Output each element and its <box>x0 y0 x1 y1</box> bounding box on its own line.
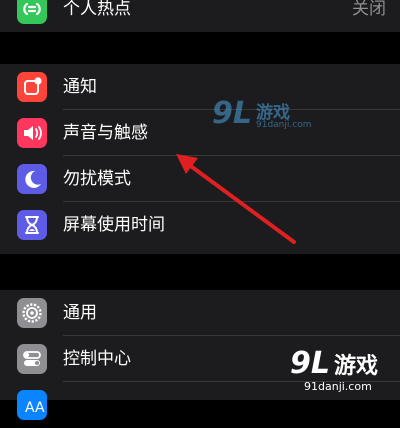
watermark-bottom: 9L 游戏 91danji.com <box>290 342 400 400</box>
personal-hotspot-icon <box>17 0 47 24</box>
settings-row-label: 控制中心 <box>63 349 131 369</box>
settings-row-personal-hotspot[interactable]: 个人热点 关闭 <box>0 0 400 32</box>
settings-row-label: 屏幕使用时间 <box>63 215 165 235</box>
watermark-logo: 9L <box>290 346 330 381</box>
sounds-haptics-icon <box>17 118 47 148</box>
watermark-top: 9L 游戏 91danji.com <box>212 96 322 136</box>
svg-text:AA: AA <box>25 400 45 416</box>
settings-row-label: 勿扰模式 <box>63 169 131 189</box>
settings-row-screen-time[interactable]: 屏幕使用时间 <box>0 202 400 248</box>
settings-row-value: 关闭 <box>352 0 386 19</box>
watermark-url: 91danji.com <box>256 120 312 130</box>
settings-row-label: 声音与触感 <box>63 123 148 143</box>
settings-group-network: 个人热点 关闭 <box>0 0 400 32</box>
control-center-icon <box>17 344 47 374</box>
settings-row-do-not-disturb[interactable]: 勿扰模式 <box>0 156 400 202</box>
watermark-url: 91danji.com <box>304 380 372 393</box>
settings-row-sounds-haptics[interactable]: 声音与触感 <box>0 110 400 156</box>
settings-row-label: 通知 <box>63 77 97 97</box>
settings-group-notifications: 通知 声音与触感 勿扰模式 屏幕使用时间 <box>0 64 400 254</box>
general-gear-icon <box>17 298 47 328</box>
watermark-name: 游戏 <box>334 354 379 379</box>
display-brightness-icon: AA <box>17 390 47 420</box>
watermark-logo: 9L <box>212 96 252 131</box>
settings-row-general[interactable]: 通用 <box>0 290 400 336</box>
settings-row-label: 通用 <box>63 303 97 323</box>
do-not-disturb-moon-icon <box>17 164 47 194</box>
screen-time-hourglass-icon <box>17 210 47 240</box>
notifications-icon <box>17 72 47 102</box>
settings-row-label: 个人热点 <box>63 0 131 19</box>
settings-row-notifications[interactable]: 通知 <box>0 64 400 110</box>
